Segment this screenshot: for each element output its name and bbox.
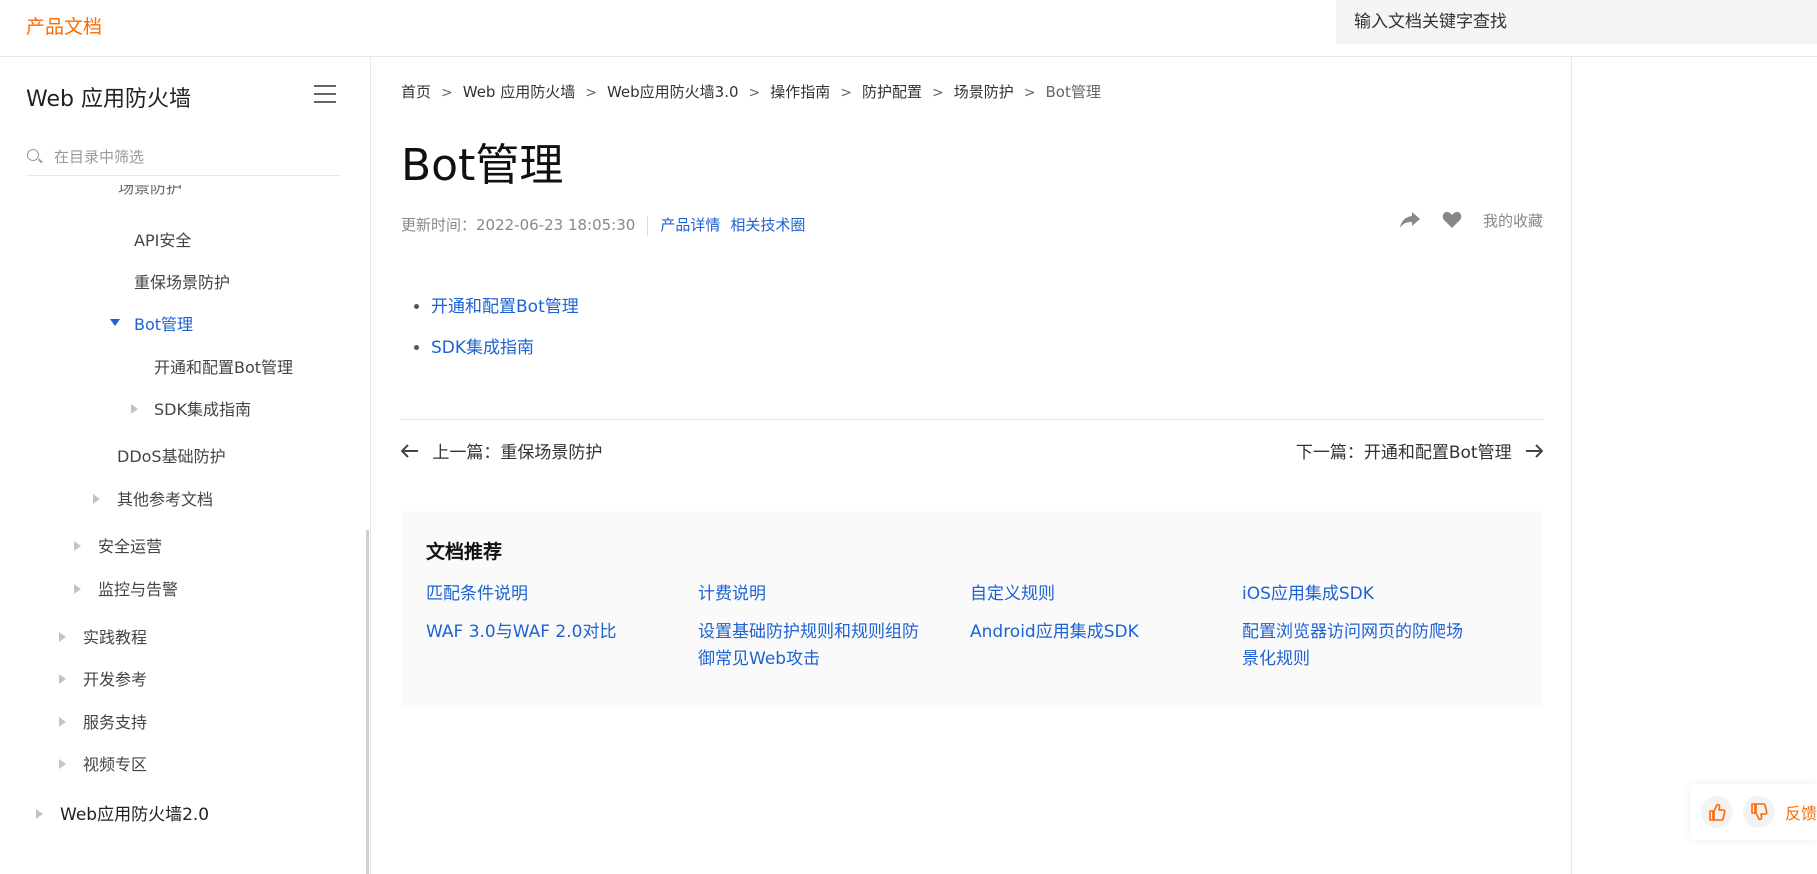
- chevron-right-icon: >: [585, 85, 597, 101]
- sidebar-item-security-ops[interactable]: 安全运营: [98, 533, 162, 557]
- toc-link-enable-bot[interactable]: 开通和配置Bot管理: [431, 297, 579, 317]
- expanded-caret-icon[interactable]: [110, 319, 120, 326]
- rec-link-basic-rules[interactable]: 设置基础防护规则和规则组防御常见Web攻击: [698, 619, 934, 673]
- article-toc: 开通和配置Bot管理 SDK集成指南: [415, 292, 579, 374]
- next-article-link[interactable]: 下一篇：开通和配置Bot管理: [1295, 438, 1544, 463]
- list-item: SDK集成指南: [431, 333, 579, 358]
- divider: [401, 419, 1543, 420]
- collapsed-caret-icon[interactable]: [59, 632, 66, 642]
- collapsed-caret-icon[interactable]: [74, 541, 81, 551]
- sidebar-filter-input[interactable]: [52, 143, 336, 171]
- sidebar-item-enable-bot[interactable]: 开通和配置Bot管理: [154, 354, 293, 378]
- collapsed-caret-icon[interactable]: [59, 759, 66, 769]
- breadcrumb-current: Bot管理: [1045, 83, 1101, 101]
- sidebar-item-bot-management[interactable]: Bot管理: [134, 311, 193, 335]
- sidebar-item-tutorials[interactable]: 实践教程: [83, 624, 147, 648]
- thumbs-up-icon[interactable]: [1701, 796, 1733, 828]
- list-item: 开通和配置Bot管理: [431, 292, 579, 317]
- collapsed-caret-icon[interactable]: [74, 584, 81, 594]
- thumbs-down-icon[interactable]: [1743, 796, 1775, 828]
- brand-link[interactable]: 产品文档: [26, 12, 102, 39]
- rec-link-match-conditions[interactable]: 匹配条件说明: [426, 581, 666, 608]
- rec-link-custom-rules[interactable]: 自定义规则: [970, 581, 1210, 608]
- updated-time: 更新时间：2022-06-23 18:05:30: [401, 216, 636, 234]
- breadcrumb-guide[interactable]: 操作指南: [770, 83, 830, 101]
- feedback-button[interactable]: 反馈: [1785, 800, 1817, 824]
- sidebar-scrollbar[interactable]: [366, 530, 369, 874]
- recommended-title: 文档推荐: [426, 541, 503, 563]
- collapsed-caret-icon[interactable]: [131, 404, 138, 414]
- feedback-widget: 反馈: [1690, 784, 1817, 840]
- sidebar-item-dev-reference[interactable]: 开发参考: [83, 666, 147, 690]
- sidebar: Web 应用防火墙 场景防护 API安全 重保场景防护 Bot管理 开通和配置B…: [0, 57, 371, 874]
- prev-article-label: 上一篇：重保场景防护: [432, 443, 603, 463]
- sidebar-item-scene-protection[interactable]: 场景防护: [118, 185, 182, 195]
- chevron-right-icon: >: [1023, 85, 1036, 101]
- rec-link-android-sdk[interactable]: Android应用集成SDK: [970, 619, 1210, 646]
- article-actions: 我的收藏: [1399, 210, 1543, 233]
- tech-circle-link[interactable]: 相关技术圈: [730, 216, 805, 234]
- meta-divider: [647, 215, 649, 236]
- rec-link-waf-compare[interactable]: WAF 3.0与WAF 2.0对比: [426, 619, 666, 646]
- sidebar-item-api-security[interactable]: API安全: [134, 227, 191, 251]
- sidebar-item-other-refs[interactable]: 其他参考文档: [117, 486, 213, 510]
- recommended-docs: 文档推荐 匹配条件说明 计费说明 自定义规则 iOS应用集成SDK WAF 3.…: [401, 511, 1543, 707]
- collapsed-caret-icon[interactable]: [59, 717, 66, 727]
- doc-search-input[interactable]: [1336, 0, 1794, 44]
- toc-link-sdk-guide[interactable]: SDK集成指南: [431, 338, 534, 358]
- sidebar-title: Web 应用防火墙: [26, 87, 191, 112]
- breadcrumb-waf3[interactable]: Web应用防火墙3.0: [607, 83, 739, 101]
- chevron-right-icon: >: [441, 85, 453, 101]
- doc-search-box: [1336, 0, 1817, 44]
- heart-icon[interactable]: [1442, 211, 1462, 233]
- collapsed-caret-icon[interactable]: [36, 809, 43, 819]
- sidebar-item-service-support[interactable]: 服务支持: [83, 709, 147, 733]
- sidebar-item-monitoring[interactable]: 监控与告警: [98, 576, 178, 600]
- chevron-right-icon: >: [932, 85, 944, 101]
- chevron-right-icon: >: [840, 85, 853, 101]
- breadcrumb-scene-protection[interactable]: 场景防护: [954, 83, 1014, 101]
- rec-link-ios-sdk[interactable]: iOS应用集成SDK: [1242, 581, 1482, 608]
- breadcrumb-home[interactable]: 首页: [401, 83, 431, 101]
- breadcrumb-protection-config[interactable]: 防护配置: [862, 83, 922, 101]
- breadcrumb: 首页 > Web 应用防火墙 > Web应用防火墙3.0 > 操作指南 > 防护配置 > 场景防护 >…: [401, 81, 1101, 102]
- page-title: Bot管理: [401, 140, 564, 191]
- collapsed-caret-icon[interactable]: [59, 674, 66, 684]
- my-favorites-link[interactable]: 我的收藏: [1483, 212, 1543, 230]
- product-detail-link[interactable]: 产品详情: [660, 216, 720, 234]
- search-icon: [27, 149, 39, 161]
- share-icon[interactable]: [1399, 211, 1421, 233]
- sidebar-item-waf2[interactable]: Web应用防火墙2.0: [60, 800, 209, 825]
- sidebar-item-key-event-protection[interactable]: 重保场景防护: [134, 269, 230, 293]
- article-meta: 更新时间：2022-06-23 18:05:30 产品详情 相关技术圈: [401, 214, 815, 236]
- sidebar-item-sdk-guide[interactable]: SDK集成指南: [154, 396, 251, 420]
- arrow-right-icon: [1525, 443, 1544, 463]
- breadcrumb-waf[interactable]: Web 应用防火墙: [463, 83, 575, 101]
- rec-link-billing[interactable]: 计费说明: [698, 581, 938, 608]
- chevron-right-icon: >: [748, 85, 761, 101]
- top-bar: 产品文档: [0, 0, 1817, 57]
- arrow-left-icon: [400, 443, 419, 463]
- sidebar-filter: [26, 139, 340, 176]
- sidebar-item-ddos-basic[interactable]: DDoS基础防护: [117, 443, 226, 467]
- menu-icon[interactable]: [314, 85, 336, 103]
- sidebar-item-videos[interactable]: 视频专区: [83, 751, 147, 775]
- right-rail-divider: [1571, 57, 1572, 874]
- collapsed-caret-icon[interactable]: [93, 494, 100, 504]
- rec-link-anti-crawl[interactable]: 配置浏览器访问网页的防爬场景化规则: [1242, 619, 1478, 673]
- prev-article-link[interactable]: 上一篇：重保场景防护: [400, 438, 603, 463]
- next-article-label: 下一篇：开通和配置Bot管理: [1295, 443, 1512, 463]
